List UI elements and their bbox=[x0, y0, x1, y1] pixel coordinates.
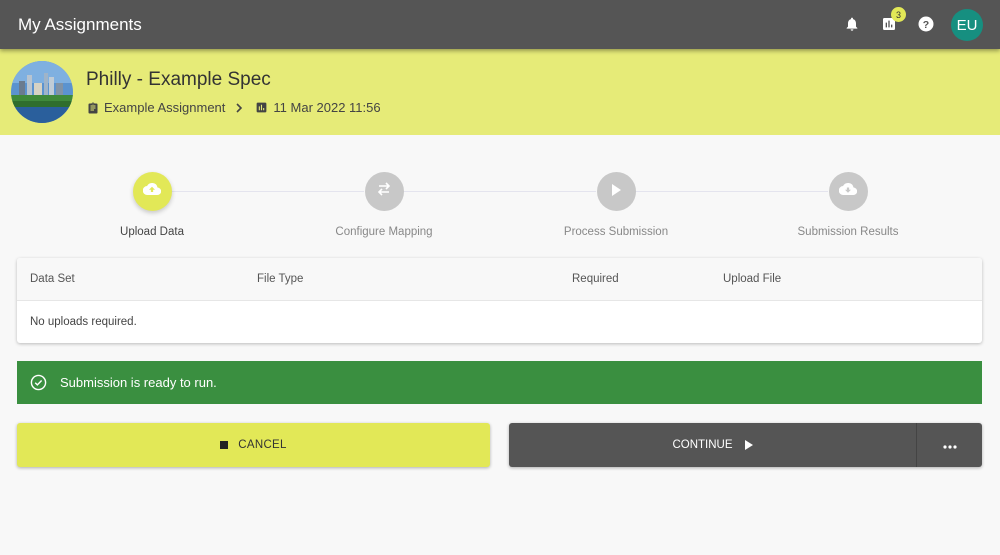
play-icon bbox=[744, 440, 753, 450]
project-image bbox=[11, 61, 73, 123]
column-header-upload-file[interactable]: Upload File bbox=[723, 273, 781, 285]
project-header: Philly - Example Spec Example Assignment… bbox=[0, 49, 1000, 135]
stepper: Upload Data Configure Mapping Process Su… bbox=[0, 172, 1000, 252]
step-submission-results[interactable]: Submission Results bbox=[758, 172, 938, 238]
breadcrumb: Example Assignment 11 Mar 2022 11:56 bbox=[87, 100, 381, 115]
help-icon[interactable]: ? bbox=[915, 13, 937, 35]
empty-table-message: No uploads required. bbox=[30, 316, 137, 328]
chevron-right-icon bbox=[235, 102, 243, 113]
app-bar: My Assignments 3 ? EU bbox=[0, 0, 1000, 49]
user-avatar[interactable]: EU bbox=[951, 9, 983, 41]
stop-icon bbox=[220, 441, 229, 449]
continue-label: CONTINUE bbox=[672, 439, 733, 451]
success-alert: Submission is ready to run. bbox=[17, 361, 982, 404]
continue-button[interactable]: CONTINUE bbox=[509, 423, 916, 467]
cloud-upload-icon bbox=[142, 182, 162, 201]
more-options-button[interactable] bbox=[916, 423, 982, 467]
breadcrumb-assignment[interactable]: Example Assignment bbox=[104, 100, 225, 115]
step-process-submission[interactable]: Process Submission bbox=[526, 172, 706, 238]
column-header-data-set[interactable]: Data Set bbox=[30, 273, 75, 285]
swap-arrows-icon bbox=[376, 182, 392, 201]
step-circle bbox=[132, 172, 172, 211]
more-horizontal-icon bbox=[942, 436, 957, 454]
project-title: Philly - Example Spec bbox=[86, 69, 271, 90]
step-label: Process Submission bbox=[563, 226, 669, 238]
table-header: Data Set File Type Required Upload File bbox=[17, 258, 982, 301]
svg-text:?: ? bbox=[923, 19, 929, 31]
bell-icon[interactable] bbox=[841, 13, 863, 35]
chart-icon bbox=[255, 101, 268, 114]
column-header-file-type[interactable]: File Type bbox=[257, 273, 303, 285]
cancel-button[interactable]: CANCEL bbox=[17, 423, 490, 467]
notification-badge: 3 bbox=[891, 7, 906, 22]
step-label: Upload Data bbox=[120, 226, 184, 238]
alert-message: Submission is ready to run. bbox=[60, 375, 217, 390]
clipboard-icon bbox=[87, 101, 99, 115]
uploads-table: Data Set File Type Required Upload File … bbox=[17, 258, 982, 343]
step-label: Submission Results bbox=[797, 226, 899, 238]
step-upload-data[interactable]: Upload Data bbox=[62, 172, 242, 238]
step-circle bbox=[596, 172, 636, 211]
play-icon bbox=[611, 183, 621, 201]
app-title: My Assignments bbox=[18, 15, 142, 34]
step-circle bbox=[364, 172, 404, 211]
check-circle-icon bbox=[30, 374, 47, 391]
step-configure-mapping[interactable]: Configure Mapping bbox=[294, 172, 474, 238]
column-header-required[interactable]: Required bbox=[572, 273, 619, 285]
step-label: Configure Mapping bbox=[335, 226, 433, 238]
breadcrumb-date[interactable]: 11 Mar 2022 11:56 bbox=[273, 100, 380, 115]
cloud-download-icon bbox=[838, 182, 858, 201]
cancel-label: CANCEL bbox=[238, 439, 287, 451]
step-circle bbox=[828, 172, 868, 211]
continue-button-group: CONTINUE bbox=[509, 423, 982, 467]
